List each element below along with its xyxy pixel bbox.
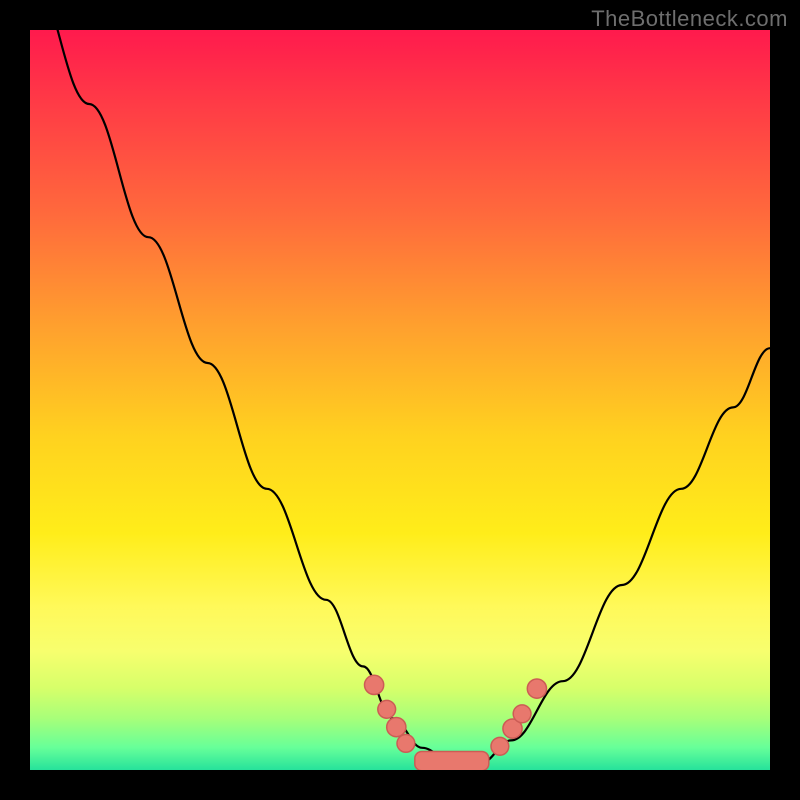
- curve-marker: [387, 718, 406, 737]
- chart-frame: TheBottleneck.com: [0, 0, 800, 800]
- curve-marker: [491, 737, 509, 755]
- curve-marker: [527, 679, 546, 698]
- plot-area: [30, 30, 770, 770]
- watermark-text: TheBottleneck.com: [591, 6, 788, 32]
- bottleneck-curve: [30, 30, 770, 763]
- curve-marker: [365, 675, 384, 694]
- curve-markers: [365, 675, 547, 755]
- plateau-marker: [415, 752, 489, 771]
- curve-marker: [378, 700, 396, 718]
- curve-marker: [513, 705, 531, 723]
- chart-svg: [30, 30, 770, 770]
- curve-marker: [397, 735, 415, 753]
